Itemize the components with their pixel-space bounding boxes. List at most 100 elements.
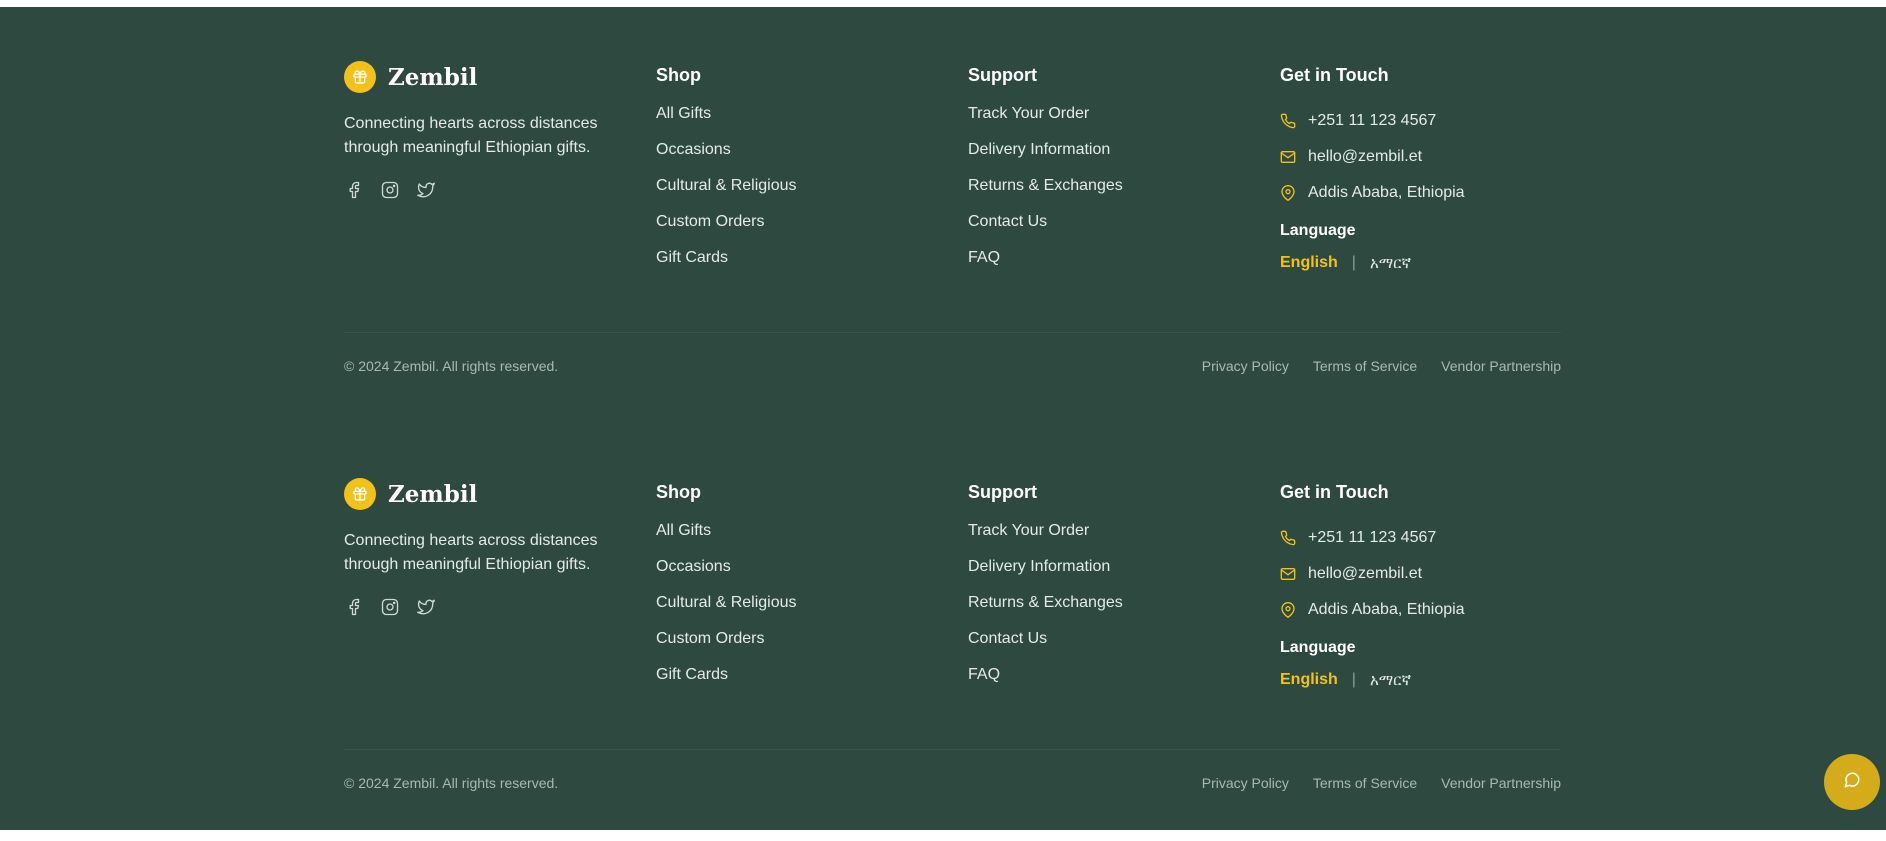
support-link-faq[interactable]: FAQ	[968, 247, 1248, 283]
footer-shop-column: Shop All Gifts Occasions Cultural & Reli…	[656, 56, 936, 283]
contact-address-text: Addis Ababa, Ethiopia	[1308, 184, 1465, 201]
top-strip	[0, 0, 1886, 7]
social-links	[344, 597, 624, 617]
footer-logo[interactable]: Zembil	[344, 60, 624, 94]
contact-phone-text: +251 11 123 4567	[1308, 529, 1437, 546]
support-link-returns-exchanges[interactable]: Returns & Exchanges	[968, 175, 1248, 211]
shop-link-cultural-religious[interactable]: Cultural & Religious	[656, 592, 936, 628]
footer-logo[interactable]: Zembil	[344, 477, 624, 511]
brand-tagline: Connecting hearts across distances throu…	[344, 532, 598, 573]
vendor-partnership-link[interactable]: Vendor Partnership	[1441, 358, 1561, 374]
shop-link-all-gifts[interactable]: All Gifts	[656, 520, 936, 556]
brand-name: Zembil	[388, 480, 478, 508]
contact-email[interactable]: hello@zembil.et	[1280, 139, 1560, 175]
language-switcher: English | አማርኛ	[1280, 253, 1560, 273]
shop-link-cultural-religious[interactable]: Cultural & Religious	[656, 175, 936, 211]
terms-of-service-link[interactable]: Terms of Service	[1313, 775, 1417, 791]
facebook-icon[interactable]	[344, 180, 364, 200]
privacy-policy-link[interactable]: Privacy Policy	[1202, 775, 1289, 791]
contact-list: +251 11 123 4567 hello@zembil.et Addis A…	[1280, 103, 1560, 211]
twitter-icon[interactable]	[416, 597, 436, 617]
map-pin-icon	[1280, 602, 1296, 618]
support-link-returns-exchanges[interactable]: Returns & Exchanges	[968, 592, 1248, 628]
copyright-text: © 2024 Zembil. All rights reserved.	[344, 775, 559, 791]
terms-of-service-link[interactable]: Terms of Service	[1313, 358, 1417, 374]
footer-bottom-bar: © 2024 Zembil. All rights reserved. Priv…	[344, 356, 1561, 376]
footer-brand-column: Zembil Connecting hearts across distance…	[344, 56, 624, 200]
shop-link-occasions[interactable]: Occasions	[656, 556, 936, 592]
language-option-amharic[interactable]: አማርኛ	[1370, 671, 1411, 689]
twitter-icon[interactable]	[416, 180, 436, 200]
support-links: Track Your Order Delivery Information Re…	[968, 103, 1248, 283]
support-links: Track Your Order Delivery Information Re…	[968, 520, 1248, 700]
privacy-policy-link[interactable]: Privacy Policy	[1202, 358, 1289, 374]
support-link-contact-us[interactable]: Contact Us	[968, 628, 1248, 664]
footer-divider	[344, 749, 1561, 750]
language-separator: |	[1351, 671, 1356, 688]
support-heading: Support	[968, 65, 1037, 85]
shop-link-custom-orders[interactable]: Custom Orders	[656, 628, 936, 664]
support-link-contact-us[interactable]: Contact Us	[968, 211, 1248, 247]
contact-list: +251 11 123 4567 hello@zembil.et Addis A…	[1280, 520, 1560, 628]
copyright-text: © 2024 Zembil. All rights reserved.	[344, 358, 559, 374]
contact-email[interactable]: hello@zembil.et	[1280, 556, 1560, 592]
page: Zembil Connecting hearts across distance…	[0, 7, 1886, 830]
footer-bottom-bar: © 2024 Zembil. All rights reserved. Priv…	[344, 773, 1561, 793]
mail-icon	[1280, 566, 1296, 582]
instagram-icon[interactable]	[380, 180, 400, 200]
chat-bubble-icon	[1843, 771, 1861, 794]
language-heading: Language	[1280, 222, 1356, 239]
shop-link-gift-cards[interactable]: Gift Cards	[656, 247, 936, 283]
footer-contact-column: Get in Touch +251 11 123 4567 hello@zemb…	[1280, 56, 1560, 273]
footer-divider	[344, 332, 1561, 333]
contact-heading: Get in Touch	[1280, 65, 1389, 85]
shop-link-occasions[interactable]: Occasions	[656, 139, 936, 175]
shop-link-gift-cards[interactable]: Gift Cards	[656, 664, 936, 700]
chat-button[interactable]	[1824, 754, 1880, 810]
contact-address: Addis Ababa, Ethiopia	[1280, 592, 1560, 628]
gift-icon	[344, 478, 376, 510]
footer-support-column: Support Track Your Order Delivery Inform…	[968, 473, 1248, 700]
shop-link-custom-orders[interactable]: Custom Orders	[656, 211, 936, 247]
support-link-faq[interactable]: FAQ	[968, 664, 1248, 700]
shop-link-all-gifts[interactable]: All Gifts	[656, 103, 936, 139]
vendor-partnership-link[interactable]: Vendor Partnership	[1441, 775, 1561, 791]
footer-contact-column: Get in Touch +251 11 123 4567 hello@zemb…	[1280, 473, 1560, 690]
mail-icon	[1280, 149, 1296, 165]
phone-icon	[1280, 113, 1296, 129]
contact-phone-text: +251 11 123 4567	[1308, 112, 1437, 129]
footer-brand-column: Zembil Connecting hearts across distance…	[344, 473, 624, 617]
contact-phone[interactable]: +251 11 123 4567	[1280, 520, 1560, 556]
language-heading: Language	[1280, 639, 1356, 656]
shop-links: All Gifts Occasions Cultural & Religious…	[656, 103, 936, 283]
support-link-delivery-information[interactable]: Delivery Information	[968, 139, 1248, 175]
facebook-icon[interactable]	[344, 597, 364, 617]
shop-links: All Gifts Occasions Cultural & Religious…	[656, 520, 936, 700]
contact-heading: Get in Touch	[1280, 482, 1389, 502]
contact-email-text: hello@zembil.et	[1308, 148, 1423, 165]
language-option-amharic[interactable]: አማርኛ	[1370, 254, 1411, 272]
support-heading: Support	[968, 482, 1037, 502]
language-option-english[interactable]: English	[1280, 254, 1338, 272]
brand-name: Zembil	[388, 63, 478, 91]
gift-icon	[344, 61, 376, 93]
phone-icon	[1280, 530, 1296, 546]
instagram-icon[interactable]	[380, 597, 400, 617]
shop-heading: Shop	[656, 65, 701, 85]
map-pin-icon	[1280, 185, 1296, 201]
brand-tagline: Connecting hearts across distances throu…	[344, 115, 598, 156]
contact-address: Addis Ababa, Ethiopia	[1280, 175, 1560, 211]
language-switcher: English | አማርኛ	[1280, 670, 1560, 690]
language-option-english[interactable]: English	[1280, 671, 1338, 689]
contact-phone[interactable]: +251 11 123 4567	[1280, 103, 1560, 139]
support-link-delivery-information[interactable]: Delivery Information	[968, 556, 1248, 592]
support-link-track-order[interactable]: Track Your Order	[968, 520, 1248, 556]
footer-support-column: Support Track Your Order Delivery Inform…	[968, 56, 1248, 283]
social-links	[344, 180, 624, 200]
legal-links: Privacy Policy Terms of Service Vendor P…	[1202, 775, 1561, 791]
language-separator: |	[1351, 254, 1356, 271]
contact-email-text: hello@zembil.et	[1308, 565, 1423, 582]
support-link-track-order[interactable]: Track Your Order	[968, 103, 1248, 139]
shop-heading: Shop	[656, 482, 701, 502]
site-footer: Zembil Connecting hearts across distance…	[344, 7, 1561, 424]
